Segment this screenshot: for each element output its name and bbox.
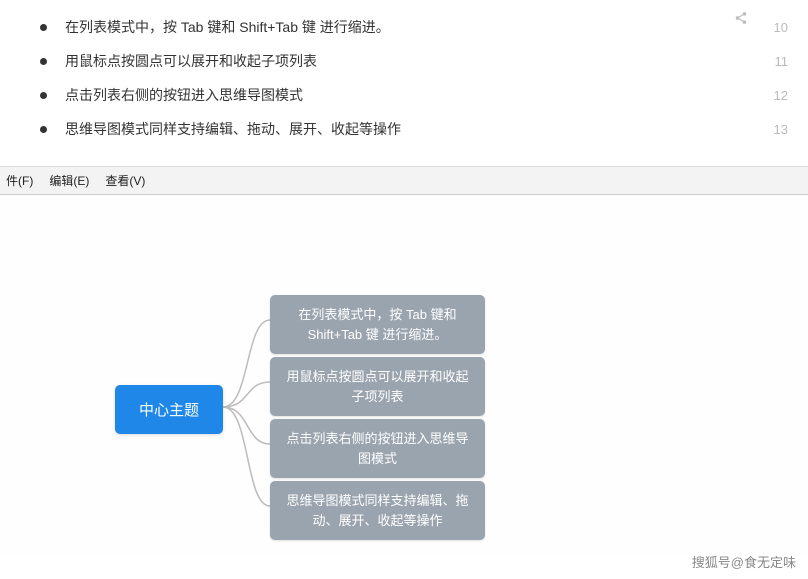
central-topic-node[interactable]: 中心主题 — [115, 385, 223, 434]
line-number: 11 — [764, 54, 788, 69]
line-number: 13 — [764, 122, 788, 137]
watermark-text: 搜狐号@食无定味 — [692, 552, 796, 571]
bullet-icon[interactable] — [40, 92, 47, 99]
mindmap-canvas[interactable]: 中心主题 在列表模式中，按 Tab 键和 Shift+Tab 键 进行缩进。 用… — [0, 195, 808, 555]
list-item[interactable]: 点击列表右侧的按钮进入思维导图模式 12 — [40, 78, 788, 112]
line-number: 12 — [764, 88, 788, 103]
list-item-text[interactable]: 用鼠标点按圆点可以展开和收起子项列表 — [65, 51, 788, 71]
list-item[interactable]: 用鼠标点按圆点可以展开和收起子项列表 11 — [40, 44, 788, 78]
list-item[interactable]: 在列表模式中，按 Tab 键和 Shift+Tab 键 进行缩进。 10 — [40, 10, 788, 44]
list-item-text[interactable]: 点击列表右侧的按钮进入思维导图模式 — [65, 85, 788, 105]
bullet-icon[interactable] — [40, 24, 47, 31]
child-node[interactable]: 用鼠标点按圆点可以展开和收起子项列表 — [270, 357, 485, 416]
outline-list: 在列表模式中，按 Tab 键和 Shift+Tab 键 进行缩进。 10 用鼠标… — [0, 0, 808, 166]
child-node[interactable]: 在列表模式中，按 Tab 键和 Shift+Tab 键 进行缩进。 — [270, 295, 485, 354]
child-node[interactable]: 思维导图模式同样支持编辑、拖动、展开、收起等操作 — [270, 481, 485, 540]
list-item-text[interactable]: 在列表模式中，按 Tab 键和 Shift+Tab 键 进行缩进。 — [65, 17, 788, 37]
menu-edit[interactable]: 编辑(E) — [43, 170, 99, 191]
child-node[interactable]: 点击列表右侧的按钮进入思维导图模式 — [270, 419, 485, 478]
bullet-icon[interactable] — [40, 58, 47, 65]
list-item[interactable]: 思维导图模式同样支持编辑、拖动、展开、收起等操作 13 — [40, 112, 788, 146]
menu-view[interactable]: 查看(V) — [99, 170, 155, 191]
menu-bar: 件(F) 编辑(E) 查看(V) — [0, 166, 808, 195]
list-item-text[interactable]: 思维导图模式同样支持编辑、拖动、展开、收起等操作 — [65, 119, 788, 139]
bullet-icon[interactable] — [40, 126, 47, 133]
menu-file[interactable]: 件(F) — [0, 170, 43, 191]
share-icon[interactable] — [734, 11, 748, 25]
line-number: 10 — [764, 20, 788, 35]
